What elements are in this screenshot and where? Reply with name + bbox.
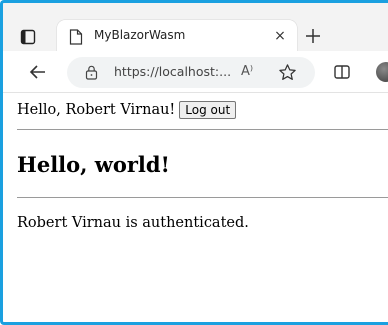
tab-strip: MyBlazorWasm ×: [3, 3, 388, 51]
page-title: Hello, world!: [17, 152, 170, 177]
auth-status-text: Robert Virnau is authenticated.: [17, 215, 249, 231]
tab-myblazorwasm[interactable]: MyBlazorWasm ×: [57, 20, 297, 51]
login-display: Hello, Robert Virnau! Log out: [17, 101, 237, 119]
plus-icon[interactable]: [304, 27, 322, 45]
logout-button[interactable]: Log out: [179, 101, 237, 119]
tab-title: MyBlazorWasm: [94, 28, 186, 42]
star-icon[interactable]: [278, 63, 297, 82]
address-bar[interactable]: https://localhost:... A⁾: [67, 57, 315, 88]
navigation-bar: https://localhost:... A⁾: [3, 51, 388, 93]
divider: [17, 197, 388, 198]
back-arrow-icon[interactable]: [28, 62, 48, 82]
divider: [17, 129, 388, 130]
read-aloud-icon[interactable]: A⁾: [241, 64, 253, 79]
browser-window: MyBlazorWasm × https://localhost:... A⁾: [0, 0, 388, 325]
split-screen-icon[interactable]: [333, 63, 351, 81]
page-content: Hello, Robert Virnau! Log out Hello, wor…: [3, 94, 388, 322]
lock-icon[interactable]: [85, 65, 98, 80]
greeting-text: Hello, Robert Virnau!: [17, 102, 176, 118]
tab-close-icon[interactable]: ×: [273, 29, 287, 43]
tab-actions-icon[interactable]: [20, 29, 36, 45]
url-text[interactable]: https://localhost:...: [114, 64, 236, 79]
page-icon: [69, 29, 83, 45]
